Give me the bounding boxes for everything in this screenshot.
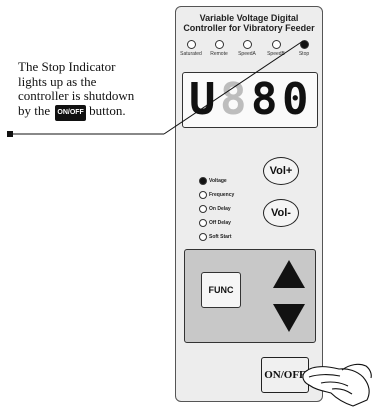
callout-line-4-prefix: by the bbox=[18, 102, 51, 118]
seven-segment-display: U 8 8 0 bbox=[182, 72, 318, 128]
indicator-saturated-label: Saturated bbox=[180, 51, 202, 57]
inline-onoff-button-icon: ON/OFF bbox=[55, 104, 86, 121]
indicator-speedb-label: SpeedB bbox=[267, 51, 285, 57]
vol-up-button[interactable]: Vol+ bbox=[263, 157, 299, 185]
callout-leader-end-square bbox=[7, 131, 13, 137]
indicator-stop-light bbox=[300, 40, 309, 49]
panel-title-line-1: Variable Voltage Digital bbox=[199, 13, 299, 23]
indicator-speeda-label: SpeedA bbox=[238, 51, 256, 57]
display-digit-3: 8 bbox=[251, 74, 278, 125]
display-digit-1: U bbox=[189, 74, 216, 125]
up-arrow-button-icon[interactable] bbox=[273, 260, 305, 288]
indicator-stop-label: Stop bbox=[298, 51, 310, 57]
down-arrow-button-icon[interactable] bbox=[273, 304, 305, 332]
indicator-saturated-light bbox=[187, 40, 196, 49]
callout-line-4-suffix: button. bbox=[89, 102, 126, 118]
indicator-speeda-light bbox=[243, 40, 252, 49]
callout-line-4: by the ON/OFF button. bbox=[18, 102, 168, 121]
display-digit-4: 0 bbox=[282, 74, 309, 125]
indicator-speedb-light bbox=[272, 40, 281, 49]
callout-line-3: controller is shutdown bbox=[18, 88, 135, 103]
indicator-remote-label: Remote bbox=[210, 51, 228, 57]
func-button[interactable]: FUNC bbox=[201, 272, 241, 308]
callout-text: The Stop Indicator lights up as the cont… bbox=[18, 59, 168, 121]
mode-off-delay-light bbox=[199, 219, 207, 227]
mode-soft-start-light bbox=[199, 233, 207, 241]
controller-panel: Variable Voltage Digital Controller for … bbox=[175, 6, 323, 402]
callout-line-2: lights up as the bbox=[18, 73, 97, 89]
mode-frequency-label: Frequency bbox=[209, 192, 235, 198]
mode-on-delay-light bbox=[199, 205, 207, 213]
mode-soft-start-label: Soft Start bbox=[209, 234, 232, 240]
callout-line-1: The Stop Indicator bbox=[18, 59, 116, 74]
vol-down-button[interactable]: Vol- bbox=[263, 199, 299, 227]
panel-title-line-2: Controller for Vibratory Feeder bbox=[183, 23, 315, 33]
mode-on-delay-label: On Delay bbox=[209, 206, 231, 212]
mode-voltage-light bbox=[199, 177, 207, 185]
panel-title: Variable Voltage Digital Controller for … bbox=[176, 13, 322, 33]
display-digit-2: 8 bbox=[220, 74, 247, 125]
onoff-button[interactable]: ON/OFF bbox=[261, 357, 309, 393]
mode-frequency-light bbox=[199, 191, 207, 199]
indicator-remote-light bbox=[215, 40, 224, 49]
mode-off-delay-label: Off Delay bbox=[209, 220, 231, 226]
keypad-area: FUNC bbox=[184, 249, 316, 343]
mode-voltage-label: Voltage bbox=[209, 178, 227, 184]
